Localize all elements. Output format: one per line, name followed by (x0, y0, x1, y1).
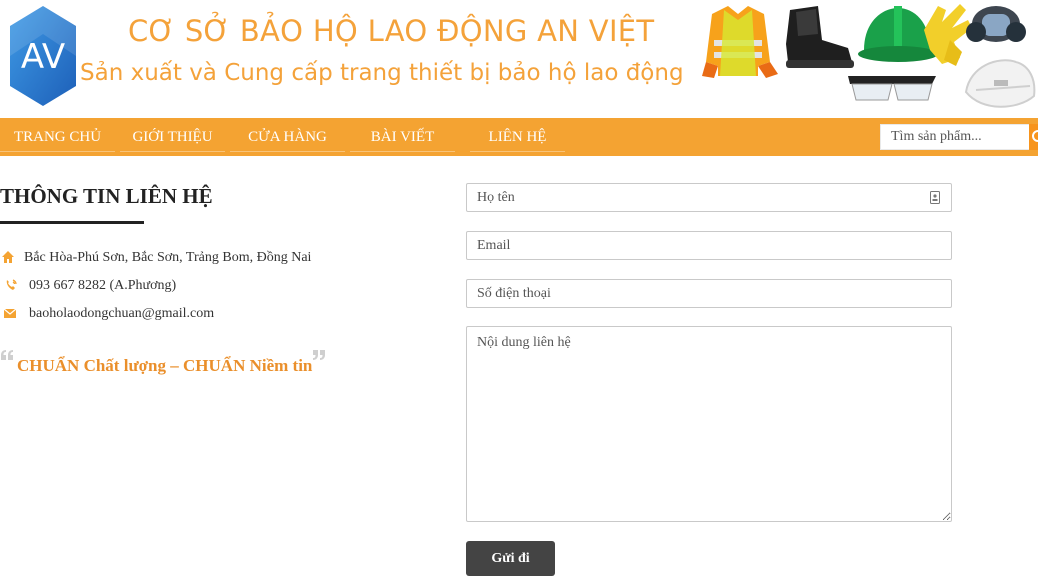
site-title: CƠ SỞ BẢO HỘ LAO ĐỘNG AN VIỆT (128, 14, 655, 48)
search-icon (1032, 130, 1038, 142)
safety-boot-icon (786, 6, 854, 68)
products-banner-image (702, 4, 1036, 108)
email-field[interactable] (466, 231, 952, 260)
contact-card-icon[interactable] (930, 191, 940, 204)
nav-item-posts[interactable]: BÀI VIẾT (350, 118, 455, 156)
nav-item-home[interactable]: TRANG CHỦ (0, 118, 115, 156)
contact-info-title: THÔNG TIN LIÊN HỆ (0, 184, 213, 208)
phone-text[interactable]: 093 667 8282 (A.Phương) (29, 278, 176, 294)
phone-field[interactable] (466, 279, 952, 308)
email-text[interactable]: baoholaodongchuan@gmail.com (29, 306, 214, 322)
site-subtitle: Sản xuất và Cung cấp trang thiết bị bảo … (80, 60, 684, 86)
dust-mask-icon (964, 59, 1036, 108)
nav-item-shop[interactable]: CỬA HÀNG (230, 118, 345, 156)
quote-open-icon (1, 350, 13, 360)
respirator-icon (966, 6, 1026, 42)
nav-item-contact[interactable]: LIÊN HỆ (470, 118, 565, 156)
quote-close-icon (313, 350, 325, 360)
name-field[interactable] (466, 183, 952, 212)
submit-button[interactable]: Gửi đi (466, 541, 555, 576)
search-button[interactable] (1029, 124, 1038, 150)
address-text: Bắc Hòa-Phú Sơn, Bắc Sơn, Trảng Bom, Đồn… (24, 250, 312, 265)
logo[interactable]: AV (8, 4, 78, 108)
safety-vest-icon (702, 6, 778, 78)
header-banner: AV CƠ SỞ BẢO HỘ LAO ĐỘNG AN VIỆT Sản xuấ… (0, 0, 1038, 118)
product-search-input[interactable] (880, 124, 1030, 150)
phone-icon (6, 279, 17, 290)
logo-text: AV (21, 37, 65, 77)
home-icon (2, 251, 14, 263)
envelope-icon (3, 308, 17, 318)
nav-item-about[interactable]: GIỚI THIỆU (120, 118, 225, 156)
message-field[interactable] (466, 326, 952, 522)
email-row: baoholaodongchuan@gmail.com (0, 306, 340, 322)
slogan-text: CHUẨN Chất lượng – CHUẨN Niềm tin (17, 356, 313, 375)
title-underline (0, 221, 144, 224)
phone-row: 093 667 8282 (A.Phương) (0, 278, 340, 294)
address-row: Bắc Hòa-Phú Sơn, Bắc Sơn, Trảng Bom, Đồn… (0, 250, 340, 266)
safety-goggles-icon (848, 76, 936, 101)
